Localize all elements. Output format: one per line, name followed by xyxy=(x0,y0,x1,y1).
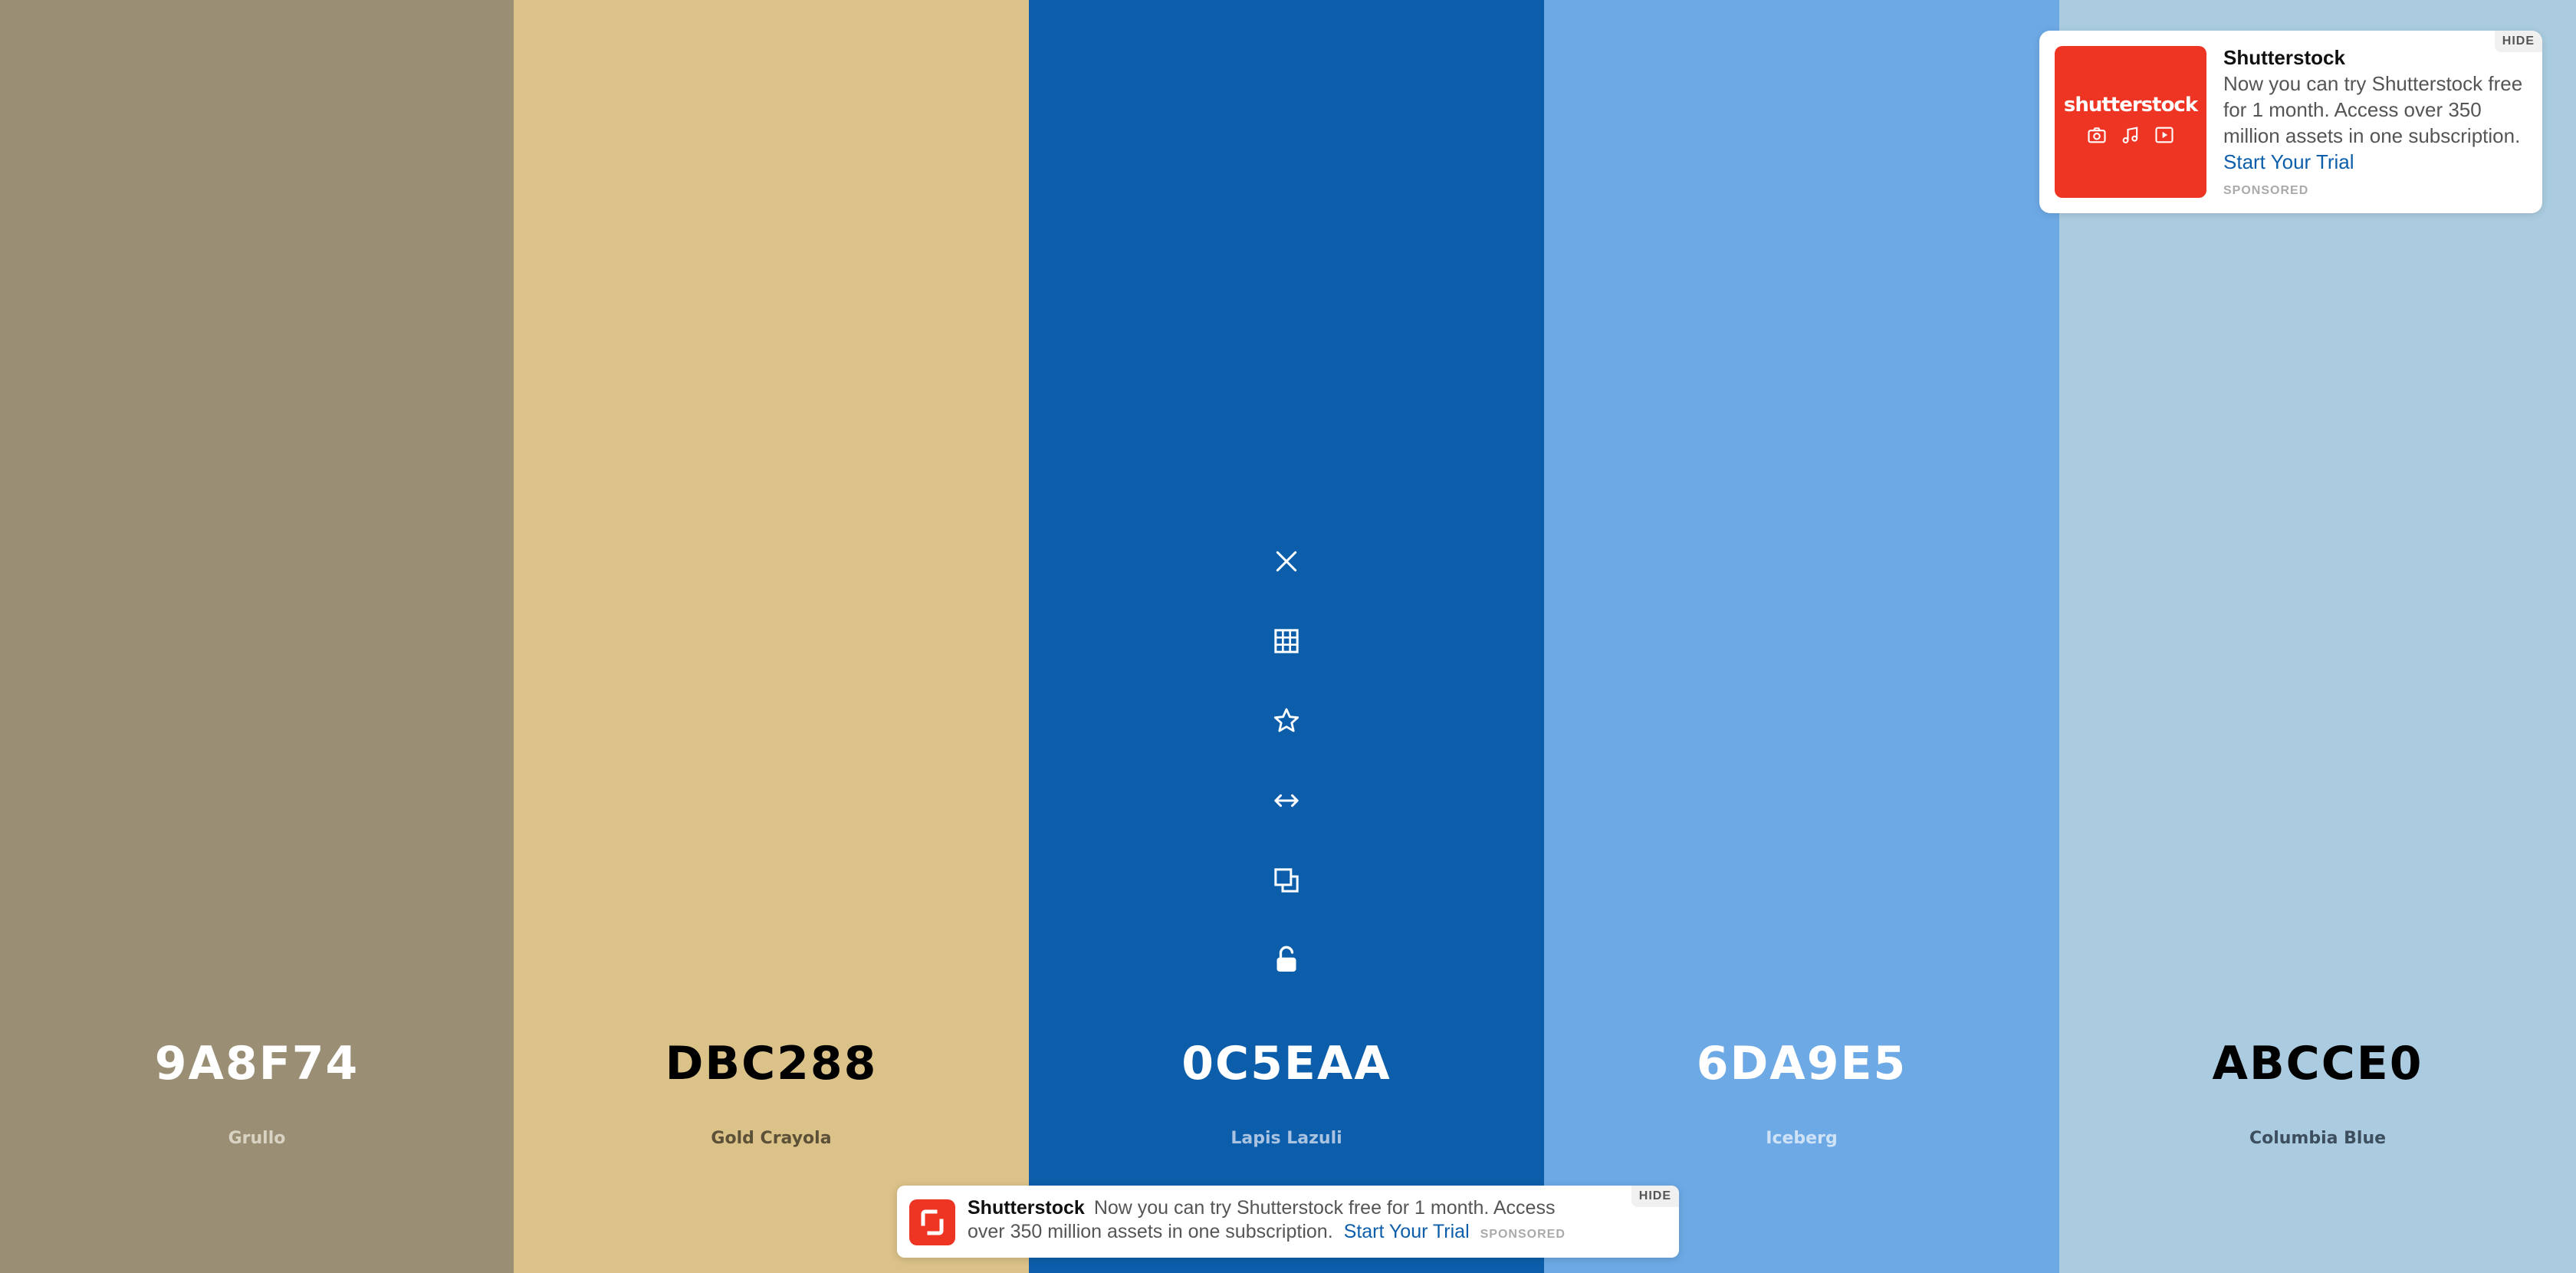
swatch-iceberg[interactable]: 6DA9E5 Iceberg xyxy=(1544,0,2059,1273)
video-icon xyxy=(2155,127,2174,143)
copy-hex-button[interactable] xyxy=(1256,840,1317,920)
hide-ad-button[interactable]: HIDE xyxy=(1631,1186,1679,1207)
copy-icon xyxy=(1274,868,1299,893)
color-name[interactable]: Iceberg xyxy=(1544,1129,2059,1148)
hex-code[interactable]: 6DA9E5 xyxy=(1544,1037,2059,1090)
unlock-icon xyxy=(1276,946,1296,972)
ad-banner-title[interactable]: Shutterstock xyxy=(968,1197,1085,1219)
color-name[interactable]: Lapis Lazuli xyxy=(1029,1129,1544,1148)
view-shades-button[interactable] xyxy=(1256,601,1317,681)
sponsored-label: SPONSORED xyxy=(2223,184,2309,197)
shutterstock-logo-icon[interactable] xyxy=(909,1199,955,1245)
swatch-lapis-lazuli[interactable]: 0C5EAA Lapis Lazuli xyxy=(1029,0,1544,1273)
camera-icon xyxy=(2088,127,2106,143)
sponsored-label: SPONSORED xyxy=(1480,1228,1566,1241)
ad-thumbnail[interactable]: shutterstock xyxy=(2055,46,2206,198)
shutterstock-logo: shutterstock xyxy=(2063,94,2198,117)
color-name[interactable]: Grullo xyxy=(0,1129,514,1148)
music-icon xyxy=(2122,127,2138,143)
drag-color-button[interactable] xyxy=(1256,761,1317,840)
ad-body: Shutterstock Now you can try Shutterstoc… xyxy=(2223,44,2530,198)
hide-ad-button[interactable]: HIDE xyxy=(2494,31,2542,52)
grid-icon xyxy=(1274,629,1299,653)
swatch-gold-crayola[interactable]: DBC288 Gold Crayola xyxy=(514,0,1029,1273)
remove-color-button[interactable] xyxy=(1256,521,1317,601)
swatch-toolbar xyxy=(1256,521,1317,1000)
hex-code[interactable]: 0C5EAA xyxy=(1029,1037,1544,1090)
ad-media-icons xyxy=(2055,124,2206,146)
hex-code[interactable]: ABCCE0 xyxy=(2059,1037,2576,1090)
sponsored-ad-card[interactable]: shutterstock Shutterstock Now you can tr… xyxy=(2039,31,2542,213)
save-color-button[interactable] xyxy=(1256,681,1317,761)
hex-code[interactable]: DBC288 xyxy=(514,1037,1029,1090)
start-trial-link[interactable]: Start Your Trial xyxy=(1344,1221,1470,1242)
sponsored-ad-banner[interactable]: Shutterstock Now you can try Shutterstock… xyxy=(897,1186,1679,1258)
ad-title[interactable]: Shutterstock xyxy=(2223,44,2530,71)
color-name[interactable]: Columbia Blue xyxy=(2059,1129,2576,1148)
arrows-horizontal-icon xyxy=(1274,794,1299,808)
star-icon xyxy=(1273,708,1300,732)
lock-color-button[interactable] xyxy=(1256,920,1317,1000)
close-icon xyxy=(1276,551,1297,572)
color-name[interactable]: Gold Crayola xyxy=(514,1129,1029,1148)
ad-banner-body: Shutterstock Now you can try Shutterstock… xyxy=(968,1196,1596,1246)
ad-text[interactable]: Now you can try Shutterstock free for 1 … xyxy=(2223,71,2530,149)
start-trial-link[interactable]: Start Your Trial xyxy=(2223,149,2530,175)
swatch-grullo[interactable]: 9A8F74 Grullo xyxy=(0,0,514,1273)
hex-code[interactable]: 9A8F74 xyxy=(0,1037,514,1090)
shutterstock-mark-icon xyxy=(921,1209,944,1235)
